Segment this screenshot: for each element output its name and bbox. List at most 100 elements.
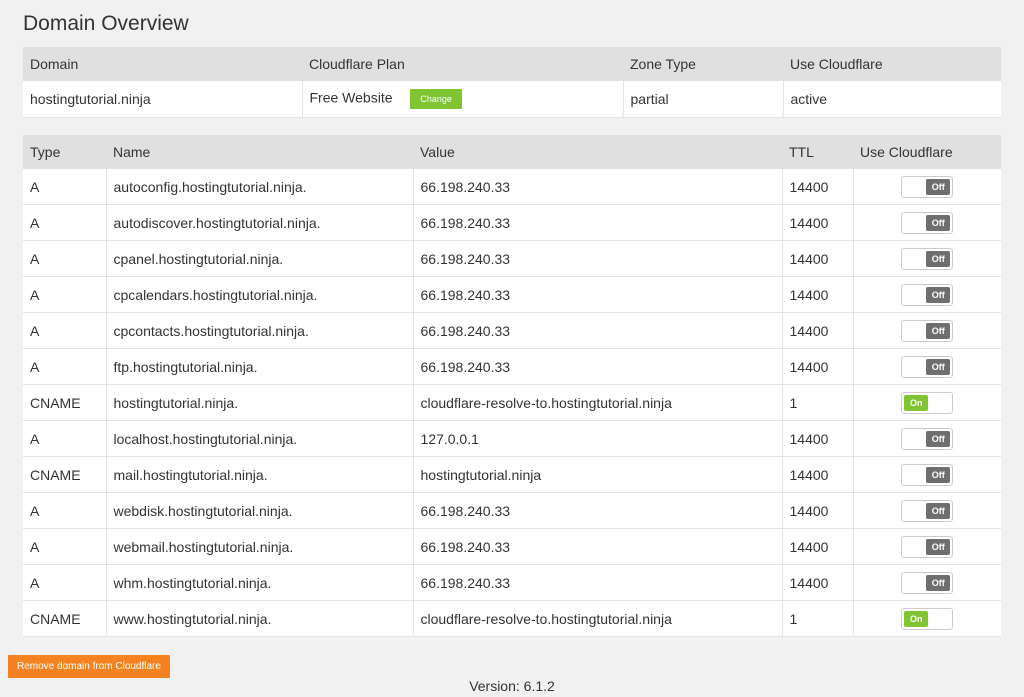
dns-records-table: Type Name Value TTL Use Cloudflare Aauto… xyxy=(23,135,1001,637)
record-name: autodiscover.hostingtutorial.ninja. xyxy=(106,204,414,241)
record-value: 66.198.240.33 xyxy=(413,492,783,529)
toggle-label: Off xyxy=(926,322,951,339)
record-proxy-cell: Off xyxy=(853,169,1001,205)
cloudflare-toggle[interactable]: Off xyxy=(901,211,954,234)
cloudflare-toggle[interactable]: Off xyxy=(901,247,954,270)
toggle-label: Off xyxy=(926,574,951,591)
plan-cell: Free Website Change xyxy=(302,81,624,118)
record-proxy-cell: Off xyxy=(853,456,1001,493)
record-name: cpcalendars.hostingtutorial.ninja. xyxy=(106,276,414,313)
record-proxy-cell: Off xyxy=(853,420,1001,457)
record-proxy-cell: Off xyxy=(853,276,1001,313)
domain-overview-table: Domain Cloudflare Plan Zone Type Use Clo… xyxy=(23,47,1001,118)
change-plan-button[interactable]: Change xyxy=(410,89,462,109)
cloudflare-toggle[interactable]: Off xyxy=(901,535,954,558)
record-ttl: 14400 xyxy=(782,312,854,349)
header-use-cloudflare: Use Cloudflare xyxy=(783,47,1001,81)
header-use-cloudflare: Use Cloudflare xyxy=(853,135,1001,169)
record-proxy-cell: Off xyxy=(853,204,1001,241)
record-name: mail.hostingtutorial.ninja. xyxy=(106,456,414,493)
record-type: CNAME xyxy=(23,384,107,421)
record-proxy-cell: Off xyxy=(853,312,1001,349)
record-value: 66.198.240.33 xyxy=(413,240,783,277)
record-name: webdisk.hostingtutorial.ninja. xyxy=(106,492,414,529)
table-row: Alocalhost.hostingtutorial.ninja. 127.0.0… xyxy=(23,420,1001,457)
record-type: CNAME xyxy=(23,456,107,493)
toggle-label: Off xyxy=(926,214,951,231)
table-row: Awhm.hostingtutorial.ninja. 66.198.240.33… xyxy=(23,564,1001,601)
record-name: hostingtutorial.ninja. xyxy=(106,384,414,421)
record-value: 66.198.240.33 xyxy=(413,204,783,241)
cloudflare-toggle[interactable]: Off xyxy=(901,499,954,522)
record-proxy-cell: On xyxy=(853,384,1001,421)
records-header-row: Type Name Value TTL Use Cloudflare xyxy=(23,135,1001,169)
toggle-label: On xyxy=(904,610,929,627)
zone-type-value: partial xyxy=(623,81,784,118)
cloudflare-toggle[interactable]: Off xyxy=(901,355,954,378)
table-row: CNAME hostingtutorial.ninja. cloudflare-re… xyxy=(23,384,1001,421)
record-type: A xyxy=(23,420,107,457)
record-name: webmail.hostingtutorial.ninja. xyxy=(106,528,414,565)
cloudflare-toggle[interactable]: Off xyxy=(901,463,954,486)
record-name: localhost.hostingtutorial.ninja. xyxy=(106,420,414,457)
record-ttl: 14400 xyxy=(782,528,854,565)
record-value: 66.198.240.33 xyxy=(413,276,783,313)
record-name: ftp.hostingtutorial.ninja. xyxy=(106,348,414,385)
table-row: Acpcontacts.hostingtutorial.ninja. 66.198… xyxy=(23,312,1001,349)
header-name: Name xyxy=(106,135,413,169)
use-cloudflare-status: active xyxy=(783,81,1001,118)
table-row: Aautoconfig.hostingtutorial.ninja. 66.198… xyxy=(23,169,1001,205)
header-cloudflare-plan: Cloudflare Plan xyxy=(302,47,623,81)
toggle-label: Off xyxy=(926,502,951,519)
record-name: autoconfig.hostingtutorial.ninja. xyxy=(106,169,414,205)
record-type: A xyxy=(23,348,107,385)
toggle-label: Off xyxy=(926,358,951,375)
cloudflare-toggle[interactable]: Off xyxy=(901,319,954,342)
cloudflare-toggle[interactable]: Off xyxy=(901,175,954,198)
cloudflare-toggle[interactable]: On xyxy=(901,607,954,630)
remove-domain-button[interactable]: Remove domain from Cloudflare xyxy=(8,655,170,678)
record-ttl: 14400 xyxy=(782,456,854,493)
record-ttl: 14400 xyxy=(782,276,854,313)
cloudflare-toggle[interactable]: Off xyxy=(901,571,954,594)
cloudflare-toggle[interactable]: Off xyxy=(901,283,954,306)
record-ttl: 14400 xyxy=(782,492,854,529)
record-type: A xyxy=(23,240,107,277)
record-proxy-cell: Off xyxy=(853,528,1001,565)
version-label: Version: 6.1.2 xyxy=(469,678,555,694)
record-ttl: 14400 xyxy=(782,240,854,277)
cloudflare-toggle[interactable]: On xyxy=(901,391,954,414)
record-type: A xyxy=(23,312,107,349)
header-ttl: TTL xyxy=(782,135,853,169)
toggle-label: Off xyxy=(926,466,951,483)
record-proxy-cell: Off xyxy=(853,240,1001,277)
cloudflare-toggle[interactable]: Off xyxy=(901,427,954,450)
plan-value: Free Website xyxy=(309,89,393,106)
record-type: A xyxy=(23,169,107,205)
table-row: Acpcalendars.hostingtutorial.ninja. 66.19… xyxy=(23,276,1001,313)
domain-value: hostingtutorial.ninja xyxy=(23,81,303,118)
record-type: A xyxy=(23,204,107,241)
record-ttl: 1 xyxy=(782,600,854,637)
record-proxy-cell: Off xyxy=(853,564,1001,601)
toggle-label: Off xyxy=(926,538,951,555)
toggle-label: Off xyxy=(926,430,951,447)
record-type: A xyxy=(23,492,107,529)
table-row: Awebmail.hostingtutorial.ninja. 66.198.24… xyxy=(23,528,1001,565)
record-name: cpanel.hostingtutorial.ninja. xyxy=(106,240,414,277)
record-value: 66.198.240.33 xyxy=(413,312,783,349)
record-value: 127.0.0.1 xyxy=(413,420,783,457)
record-value: cloudflare-resolve-to.hostingtutorial.ni… xyxy=(413,384,783,421)
overview-row: hostingtutorial.ninja Free Website Chang… xyxy=(23,81,1001,118)
record-type: A xyxy=(23,276,107,313)
table-row: Acpanel.hostingtutorial.ninja. 66.198.240… xyxy=(23,240,1001,277)
record-value: cloudflare-resolve-to.hostingtutorial.ni… xyxy=(413,600,783,637)
record-type: A xyxy=(23,528,107,565)
table-row: Awebdisk.hostingtutorial.ninja. 66.198.24… xyxy=(23,492,1001,529)
header-domain: Domain xyxy=(23,47,302,81)
toggle-label: On xyxy=(904,394,929,411)
record-name: whm.hostingtutorial.ninja. xyxy=(106,564,414,601)
record-value: 66.198.240.33 xyxy=(413,348,783,385)
record-ttl: 14400 xyxy=(782,169,854,205)
record-ttl: 14400 xyxy=(782,348,854,385)
